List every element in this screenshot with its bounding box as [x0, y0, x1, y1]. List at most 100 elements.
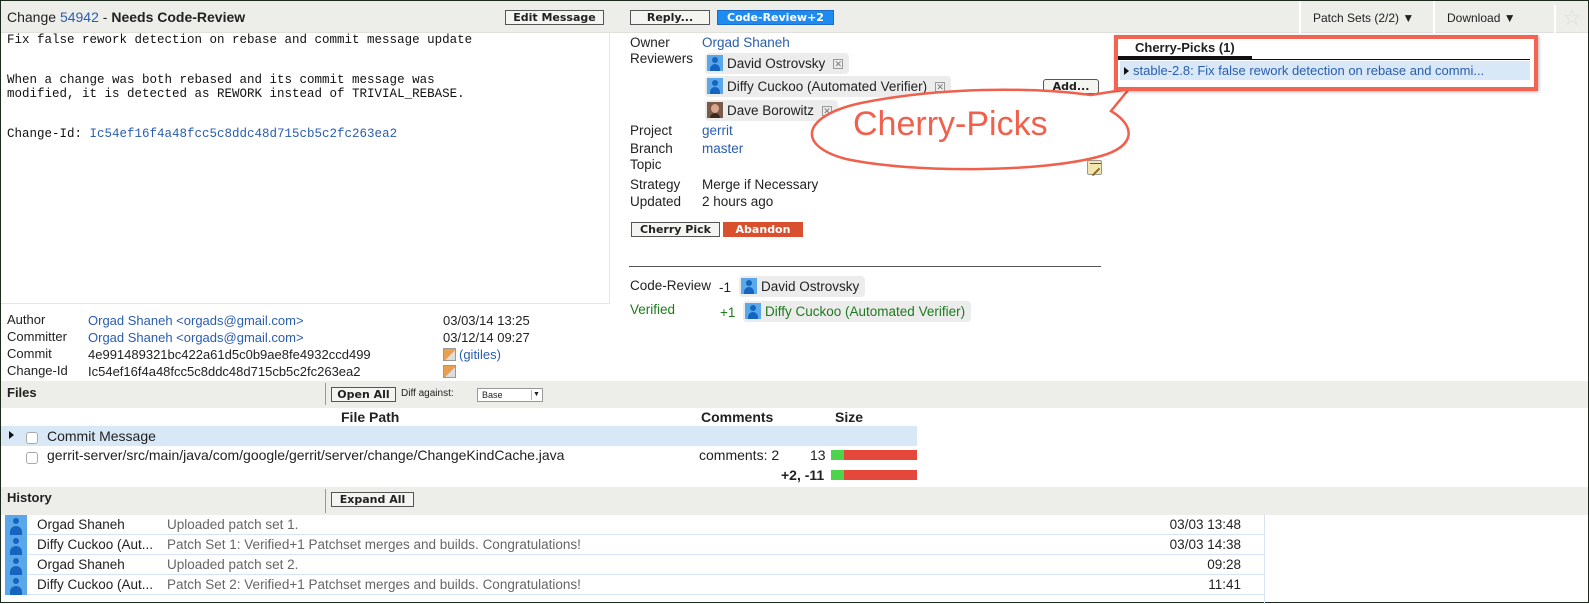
history-author: Orgad Shaneh [37, 517, 125, 532]
tab-underline [1118, 59, 1530, 60]
file-checkbox[interactable] [26, 452, 38, 464]
copy-icon[interactable] [443, 365, 456, 378]
commit-message: Fix false rework detection on rebase and… [7, 33, 607, 141]
change-title: Change 54942 - Needs Code-Review [7, 9, 245, 25]
history-author: Diffy Cuckoo (Aut... [37, 577, 154, 592]
label-voter-chip: Diffy Cuckoo (Automated Verifier) [743, 301, 972, 322]
strategy-label: Strategy [630, 177, 681, 192]
expand-triangle-icon[interactable] [9, 431, 14, 439]
history-message: Uploaded patch set 1. [167, 517, 299, 532]
commit-panel-divider [1, 303, 610, 304]
star-icon[interactable]: ☆ [1554, 5, 1582, 33]
size-bar-added [831, 470, 844, 480]
cherry-picks-tab[interactable]: Cherry-Picks (1) [1133, 40, 1249, 55]
reviewer-chip: David Ostrovsky ✕ [705, 53, 850, 74]
history-row[interactable]: Orgad Shaneh Uploaded patch set 1. 03/03… [5, 515, 1265, 535]
history-bar [1, 487, 1588, 515]
committer-label: Committer [7, 329, 67, 344]
cherry-pick-item[interactable]: stable-2.8: Fix false rework detection o… [1120, 61, 1530, 80]
dropdown-arrow-icon: ▼ [531, 390, 541, 400]
remove-reviewer-icon[interactable]: ✕ [833, 59, 844, 69]
size-bar-added [831, 450, 844, 460]
file-row[interactable]: gerrit-server/src/main/java/com/google/g… [1, 446, 917, 466]
label-name: Verified [630, 302, 676, 317]
files-title: Files [7, 385, 37, 400]
copy-icon[interactable] [443, 348, 456, 361]
history-message: Uploaded patch set 2. [167, 557, 299, 572]
file-size: 13 [810, 447, 826, 463]
label-voter-name: Diffy Cuckoo (Automated Verifier) [765, 304, 966, 319]
cherry-picks-panel: Cherry-Picks (1) stable-2.8: Fix false r… [1114, 35, 1538, 91]
label-voter-name: David Ostrovsky [761, 279, 860, 294]
avatar-icon [741, 278, 757, 294]
col-file-path: File Path [341, 409, 400, 425]
label-name: Code-Review [630, 278, 712, 293]
change-number-link[interactable]: 54942 [60, 9, 99, 25]
reply-button[interactable]: Reply... [630, 10, 710, 25]
size-bar [831, 450, 917, 460]
diff-against-value: Base [482, 390, 503, 400]
branch-link[interactable]: master [702, 141, 743, 156]
download-dropdown[interactable]: Download ▼ [1433, 1, 1528, 33]
history-row[interactable]: Diffy Cuckoo (Aut... Patch Set 1: Verifi… [5, 535, 1265, 555]
change-status: Needs Code-Review [111, 9, 246, 25]
labels-divider [629, 266, 1101, 267]
label-score: +1 [720, 305, 736, 320]
history-time: 11:41 [1208, 577, 1241, 592]
author-date: 03/03/14 13:25 [443, 313, 530, 328]
strategy-value: Merge if Necessary [702, 177, 819, 192]
author-link[interactable]: Orgad Shaneh <orgads@gmail.com> [88, 313, 304, 328]
history-message: Patch Set 1: Verified+1 Patchset merges … [167, 537, 581, 552]
branch-label: Branch [630, 141, 673, 156]
label-voter-chip: David Ostrovsky [739, 276, 866, 297]
label-score: -1 [719, 280, 732, 295]
changeid-label: Change-Id [7, 363, 68, 378]
history-time: 09:28 [1207, 557, 1241, 572]
history-message: Patch Set 2: Verified+1 Patchset merges … [167, 577, 581, 592]
avatar-icon [5, 575, 27, 595]
diff-against-label: Diff against: [401, 388, 454, 399]
title-separator: - [98, 9, 112, 25]
file-path-link[interactable]: Commit Message [47, 428, 156, 444]
committer-link[interactable]: Orgad Shaneh <orgads@gmail.com> [88, 330, 304, 345]
diff-against-select[interactable]: Base ▼ [477, 388, 543, 402]
history-author: Diffy Cuckoo (Aut... [37, 537, 154, 552]
cherry-pick-button[interactable]: Cherry Pick [631, 222, 720, 237]
owner-link[interactable]: Orgad Shaneh [702, 35, 790, 50]
reviewers-label: Reviewers [630, 51, 694, 66]
gitiles-link[interactable]: (gitiles) [459, 347, 501, 362]
file-row[interactable]: Commit Message [1, 426, 917, 446]
author-label: Author [7, 312, 46, 327]
avatar-photo-icon [707, 102, 723, 118]
edit-message-button[interactable]: Edit Message [505, 10, 604, 25]
file-checkbox[interactable] [26, 432, 38, 444]
expand-all-button[interactable]: Expand All [331, 492, 414, 507]
expand-triangle-icon[interactable] [1124, 67, 1129, 75]
change-id-link[interactable]: Ic54ef16f4a48fcc5c8ddc48d715cb5c2fc263ea… [90, 127, 398, 141]
callout-label: Cherry-Picks [853, 105, 1048, 143]
avatar-icon [707, 55, 723, 71]
file-comments[interactable]: comments: 2 [699, 447, 779, 463]
file-path-link[interactable]: gerrit-server/src/main/java/com/google/g… [47, 447, 564, 463]
updated-value: 2 hours ago [702, 194, 774, 209]
commit-sha: 4e991489321bc422a61d5c0b9ae8fe4932ccd499 [88, 347, 371, 362]
patch-sets-dropdown[interactable]: Patch Sets (2/2) ▼ [1299, 1, 1426, 33]
col-size: Size [835, 409, 864, 425]
owner-label: Owner [630, 35, 670, 50]
change-id-label: Change-Id: [7, 126, 90, 141]
commit-links: (gitiles) [443, 347, 501, 362]
active-tab-indicator [1118, 56, 1252, 59]
avatar-icon [5, 515, 27, 535]
files-total: +2, -11 [781, 467, 825, 483]
history-row[interactable]: Diffy Cuckoo (Aut... Patch Set 2: Verifi… [5, 575, 1265, 595]
project-link[interactable]: gerrit [702, 123, 733, 138]
avatar-icon [5, 535, 27, 555]
code-review-plus2-button[interactable]: Code-Review+2 [717, 10, 834, 25]
abandon-button[interactable]: Abandon [723, 222, 803, 237]
open-all-button[interactable]: Open All [331, 387, 396, 402]
commit-subject: Fix false rework detection on rebase and… [7, 33, 473, 47]
col-comments: Comments [701, 409, 774, 425]
history-row[interactable]: Orgad Shaneh Uploaded patch set 2. 09:28 [5, 555, 1265, 575]
changeid-value: Ic54ef16f4a48fcc5c8ddc48d715cb5c2fc263ea… [88, 364, 361, 379]
cherry-pick-link[interactable]: stable-2.8: Fix false rework detection o… [1133, 63, 1484, 78]
